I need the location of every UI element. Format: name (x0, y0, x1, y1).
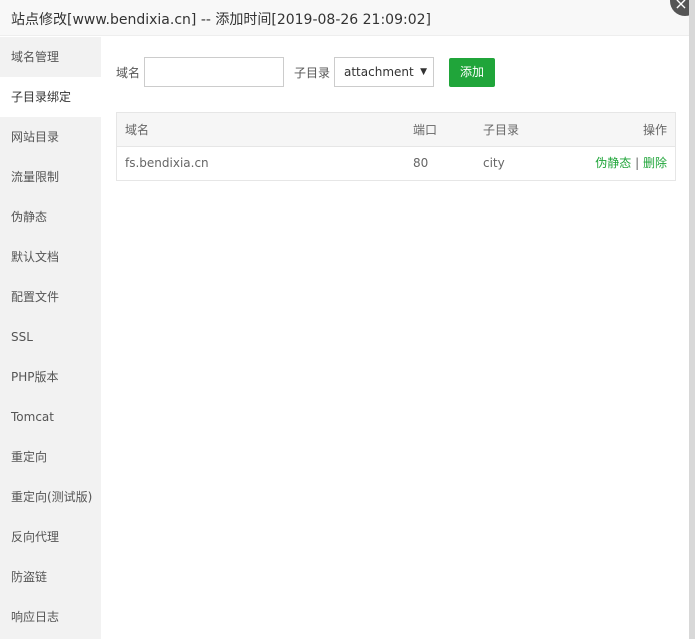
subdir-select-value: attachment (344, 65, 414, 79)
dialog-titlebar: 站点修改[www.bendixia.cn] -- 添加时间[2019-08-26… (0, 0, 689, 36)
sidebar-item-redirect[interactable]: 重定向 (0, 437, 101, 477)
domain-label: 域名 (116, 66, 141, 80)
dialog-title: 站点修改[www.bendixia.cn] -- 添加时间[2019-08-26… (11, 12, 431, 28)
delete-link[interactable]: 删除 (643, 156, 667, 170)
sidebar: 域名管理 子目录绑定 网站目录 流量限制 伪静态 默认文档 配置文件 SSL P… (0, 37, 101, 639)
background-page-edge (689, 0, 695, 639)
domain-input[interactable] (144, 57, 284, 87)
site-edit-dialog: 站点修改[www.bendixia.cn] -- 添加时间[2019-08-26… (0, 0, 689, 639)
header-action: 操作 (642, 123, 667, 137)
sidebar-item-config-file[interactable]: 配置文件 (0, 277, 101, 317)
sidebar-item-ssl[interactable]: SSL (0, 317, 101, 357)
sidebar-item-rewrite[interactable]: 伪静态 (0, 197, 101, 237)
header-port: 端口 (413, 123, 438, 137)
sidebar-item-traffic-limit[interactable]: 流量限制 (0, 157, 101, 197)
sidebar-item-hotlink-protection[interactable]: 防盗链 (0, 557, 101, 597)
sidebar-item-tomcat[interactable]: Tomcat (0, 397, 101, 437)
sidebar-item-redirect-beta[interactable]: 重定向(测试版) (0, 477, 101, 517)
row-port: 80 (413, 156, 429, 170)
sidebar-item-default-document[interactable]: 默认文档 (0, 237, 101, 277)
subdir-select[interactable]: attachment ▼ (334, 57, 434, 87)
sidebar-item-site-directory[interactable]: 网站目录 (0, 117, 101, 157)
row-domain: fs.bendixia.cn (125, 156, 209, 170)
sidebar-item-subdirectory-binding[interactable]: 子目录绑定 (0, 77, 101, 117)
sidebar-item-php-version[interactable]: PHP版本 (0, 357, 101, 397)
dropdown-arrow-icon: ▼ (420, 67, 427, 77)
table-row: fs.bendixia.cn 80 city 伪静态 | 删除 (117, 147, 675, 180)
action-separator: | (635, 156, 640, 170)
rewrite-link[interactable]: 伪静态 (595, 156, 631, 170)
add-button[interactable]: 添加 (449, 58, 495, 87)
row-actions: 伪静态 | 删除 (595, 147, 667, 180)
header-subdir: 子目录 (483, 123, 520, 137)
table-header: 域名 端口 子目录 操作 (117, 113, 675, 147)
subdir-label: 子目录 (294, 66, 331, 80)
sidebar-item-reverse-proxy[interactable]: 反向代理 (0, 517, 101, 557)
main-content: 域名 子目录 attachment ▼ 添加 域名 端口 子目录 操作 fs.b… (101, 37, 689, 639)
header-domain: 域名 (125, 123, 150, 137)
sidebar-item-domain-management[interactable]: 域名管理 (0, 37, 101, 77)
sidebar-item-response-log[interactable]: 响应日志 (0, 597, 101, 637)
subdir-binding-table: 域名 端口 子目录 操作 fs.bendixia.cn 80 city 伪静态 … (116, 112, 676, 181)
row-subdir: city (483, 156, 505, 170)
